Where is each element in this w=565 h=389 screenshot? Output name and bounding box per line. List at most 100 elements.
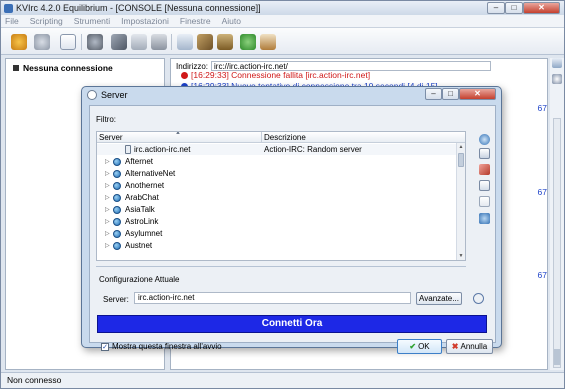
expand-arrow-icon[interactable]: ▷: [105, 170, 110, 177]
column-divider: [261, 132, 262, 143]
connect-icon[interactable]: [11, 34, 27, 50]
settings-icon[interactable]: [87, 34, 103, 50]
window-title: KVIrc 4.2.0 Equilibrium - [CONSOLE [Ness…: [16, 3, 261, 13]
script-icon[interactable]: [131, 34, 147, 50]
right-tool-rail: [550, 58, 564, 370]
kvirc-app-icon: [4, 3, 13, 13]
options-icon[interactable]: [217, 34, 233, 50]
cancel-icon: ✖: [451, 342, 459, 351]
network-row[interactable]: ▷ Anothernet: [97, 180, 457, 191]
remove-icon[interactable]: [479, 164, 490, 175]
server-row[interactable]: irc.action-irc.net Action-IRC: Random se…: [97, 144, 457, 155]
expand-arrow-icon[interactable]: ▷: [105, 206, 110, 213]
status-text: Non connesso: [7, 375, 62, 385]
maximize-button[interactable]: □: [505, 2, 523, 14]
server-dialog: Server – □ ✕ Filtro: Server ▲ Descrizion…: [81, 86, 502, 354]
menu-file[interactable]: File: [5, 16, 19, 26]
console-line-error: [16:29:33] Connessione fallita [irc.acti…: [181, 70, 370, 80]
toolbar-separator: [171, 34, 172, 50]
scroll-thumb[interactable]: [458, 153, 464, 167]
current-config-label: Configurazione Attuale: [99, 275, 180, 284]
console-line-fragment: 67: [537, 270, 547, 280]
expand-arrow-icon[interactable]: ▷: [105, 158, 110, 165]
cancel-button[interactable]: ✖ Annulla: [446, 339, 493, 354]
sort-indicator-icon: ▲: [175, 131, 181, 136]
menu-finestre[interactable]: Finestre: [180, 16, 211, 26]
tree-scrollbar[interactable]: ▲ ▼: [456, 143, 465, 260]
filter-input[interactable]: [96, 121, 466, 129]
tree-header: Server ▲ Descrizione: [97, 132, 465, 143]
server-field[interactable]: irc.action-irc.net: [134, 292, 411, 304]
globe-icon: [113, 182, 121, 190]
dialog-maximize-button[interactable]: □: [442, 88, 459, 100]
import-icon[interactable]: [479, 213, 490, 224]
network-row[interactable]: ▷ Afternet: [97, 156, 457, 167]
dialog-close-button[interactable]: ✕: [459, 88, 496, 100]
expand-arrow-icon[interactable]: ▷: [105, 230, 110, 237]
globe-icon: [113, 218, 121, 226]
window-icon[interactable]: [60, 34, 76, 50]
server-tree: Server ▲ Descrizione irc.action-irc.net …: [96, 131, 466, 261]
column-description[interactable]: Descrizione: [264, 133, 306, 142]
network-row[interactable]: ▷ AlternativeNet: [97, 168, 457, 179]
title-bar[interactable]: KVIrc 4.2.0 Equilibrium - [CONSOLE [Ness…: [1, 1, 564, 15]
network-row[interactable]: ▷ AstroLink: [97, 216, 457, 227]
ok-button[interactable]: ✔ OK: [397, 339, 442, 354]
paste-icon[interactable]: [479, 196, 490, 207]
expand-arrow-icon[interactable]: ▷: [105, 182, 110, 189]
help-icon[interactable]: [240, 34, 256, 50]
globe-icon: [113, 230, 121, 238]
column-server[interactable]: Server: [99, 133, 123, 142]
refresh-icon[interactable]: [473, 293, 484, 304]
server-dialog-icon: [87, 90, 97, 100]
dialog-title: Server: [101, 90, 128, 100]
globe-icon: [113, 206, 121, 214]
close-button[interactable]: ✕: [523, 2, 560, 14]
scroll-thumb[interactable]: [554, 349, 560, 365]
copy-icon[interactable]: [479, 180, 490, 191]
scroll-down-icon[interactable]: ▼: [457, 252, 465, 260]
expand-arrow-icon[interactable]: ▷: [105, 218, 110, 225]
show-on-startup-checkbox[interactable]: ✓: [101, 343, 109, 351]
expand-arrow-icon[interactable]: ▷: [105, 194, 110, 201]
home-icon[interactable]: [260, 34, 276, 50]
check-icon: ✔: [409, 342, 417, 351]
menu-impostazioni[interactable]: Impostazioni: [121, 16, 169, 26]
server-file-icon: [125, 145, 131, 154]
dialog-body: Filtro: Server ▲ Descrizione irc.action-…: [89, 105, 496, 354]
menu-scripting[interactable]: Scripting: [30, 16, 63, 26]
network-row[interactable]: ▷ Austnet: [97, 240, 457, 251]
expand-arrow-icon[interactable]: ▷: [105, 242, 110, 249]
advanced-button[interactable]: Avanzate...: [416, 292, 462, 305]
user-icon[interactable]: [34, 34, 50, 50]
network-row[interactable]: ▷ AsiaTalk: [97, 204, 457, 215]
dialog-title-bar[interactable]: Server: [87, 90, 128, 100]
server-icon: [13, 65, 19, 71]
console-scrollbar[interactable]: [553, 118, 561, 368]
add-server-icon[interactable]: [479, 148, 490, 159]
main-toolbar: [1, 28, 564, 55]
show-on-startup-label: Mostra questa finestra all'avvio: [112, 342, 222, 351]
scroll-up-icon[interactable]: ▲: [457, 143, 465, 152]
message-icon[interactable]: [177, 34, 193, 50]
globe-icon: [113, 158, 121, 166]
connect-now-button[interactable]: Connetti Ora: [97, 315, 487, 333]
console-line-fragment: 67: [537, 103, 547, 113]
current-config-section: Configurazione Attuale Server: irc.actio…: [96, 266, 466, 306]
tools-icon[interactable]: [111, 34, 127, 50]
menu-aiuto[interactable]: Aiuto: [222, 16, 241, 26]
print-icon[interactable]: [151, 34, 167, 50]
network-row[interactable]: ▷ Asylumnet: [97, 228, 457, 239]
add-network-icon[interactable]: [479, 134, 490, 145]
console-line-fragment: 67: [537, 187, 547, 197]
menu-strumenti[interactable]: Strumenti: [74, 16, 110, 26]
panel-icon[interactable]: [552, 58, 562, 68]
network-icon[interactable]: [197, 34, 213, 50]
network-row[interactable]: ▷ ArabChat: [97, 192, 457, 203]
dialog-minimize-button[interactable]: –: [425, 88, 442, 100]
globe-icon: [113, 170, 121, 178]
search-icon[interactable]: [552, 74, 562, 84]
menu-bar: File Scripting Strumenti Impostazioni Fi…: [1, 15, 564, 28]
connection-header[interactable]: Nessuna connessione: [13, 63, 113, 73]
minimize-button[interactable]: –: [487, 2, 505, 14]
